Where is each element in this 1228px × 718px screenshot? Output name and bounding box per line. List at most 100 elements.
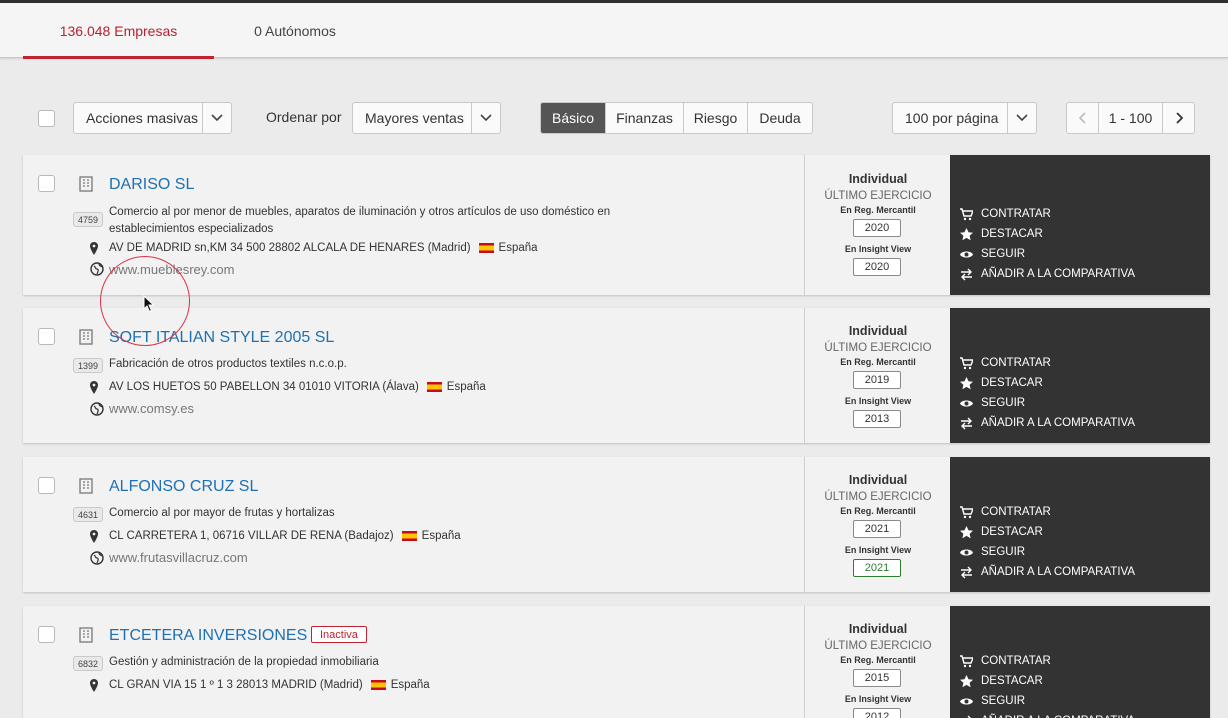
website-link[interactable]: www.mueblesrey.com: [109, 262, 234, 277]
reg-mercantil-label: En Reg. Mercantil: [840, 506, 916, 516]
prev-page-button[interactable]: [1067, 103, 1098, 133]
bulk-actions-label: Acciones masivas: [86, 110, 199, 126]
company-activity: Comercio al por menor de muebles, aparat…: [109, 206, 611, 235]
website-link[interactable]: www.frutasvillacruz.com: [109, 550, 248, 565]
chevron-down-icon[interactable]: [471, 103, 500, 133]
destacar-action[interactable]: DESTACAR: [960, 522, 1043, 542]
insight-view-label: En Insight View: [844, 396, 912, 406]
per-page-value: 100 por página: [905, 110, 999, 126]
year-reg-badge: 2015: [853, 669, 901, 687]
destacar-label: DESTACAR: [981, 377, 1043, 389]
cart-icon: [960, 207, 973, 220]
year-insight-badge: 2020: [853, 258, 901, 276]
next-page-button[interactable]: [1163, 103, 1194, 133]
location-pin-icon: [90, 679, 98, 692]
comparativa-action[interactable]: AÑADIR A LA COMPARATIVA: [960, 264, 1135, 284]
view-deuda-button[interactable]: Deuda: [747, 103, 812, 133]
seguir-action[interactable]: SEGUIR: [960, 542, 1025, 562]
globe-icon: [90, 551, 104, 565]
company-card: SOFT ITALIAN STYLE 2005 SL 1399 Fabricac…: [23, 308, 1210, 443]
row-checkbox[interactable]: [38, 477, 55, 494]
globe-icon: [90, 402, 104, 416]
destacar-label: DESTACAR: [981, 526, 1043, 538]
company-type: Individual: [848, 622, 908, 636]
cart-icon: [960, 654, 973, 667]
bulk-actions-dropdown[interactable]: Acciones masivas: [73, 102, 232, 134]
cnae-badge: 1399: [73, 358, 104, 373]
contratar-action[interactable]: CONTRATAR: [960, 651, 1051, 671]
company-name-link[interactable]: ALFONSO CRUZ SL: [109, 478, 258, 496]
eye-icon: [960, 698, 973, 704]
select-all-checkbox[interactable]: [38, 110, 55, 127]
year-reg-badge: 2021: [853, 520, 901, 538]
country-label: España: [498, 242, 538, 254]
tab-empresas[interactable]: 136.048 Empresas: [23, 3, 214, 59]
contratar-label: CONTRATAR: [981, 506, 1051, 518]
company-card: ALFONSO CRUZ SL 4631 Comercio al por may…: [23, 457, 1210, 592]
view-basico-button[interactable]: Básico: [541, 103, 605, 133]
seguir-action[interactable]: SEGUIR: [960, 244, 1025, 264]
country-label: España: [390, 679, 430, 691]
comparativa-action[interactable]: AÑADIR A LA COMPARATIVA: [960, 711, 1135, 718]
address-text: AV LOS HUETOS 50 PABELLON 34 01010 VITOR…: [109, 381, 419, 393]
actions-panel: CONTRATAR DESTACAR SEGUIR AÑADIR A LA CO…: [950, 308, 1210, 443]
comparativa-action[interactable]: AÑADIR A LA COMPARATIVA: [960, 562, 1135, 582]
company-name-link[interactable]: DARISO SL: [109, 176, 194, 194]
year-reg-badge: 2020: [853, 219, 901, 237]
comparativa-label: AÑADIR A LA COMPARATIVA: [981, 566, 1136, 578]
destacar-label: DESTACAR: [981, 228, 1043, 240]
company-name-link[interactable]: SOFT ITALIAN STYLE 2005 SL: [109, 329, 334, 347]
star-icon: [960, 376, 973, 389]
result-tabs: 136.048 Empresas 0 Autónomos: [0, 3, 1228, 59]
destacar-action[interactable]: DESTACAR: [960, 373, 1043, 393]
company-name-link[interactable]: ETCETERA INVERSIONES SL: [109, 627, 331, 645]
website-link[interactable]: www.comsy.es: [109, 401, 194, 416]
compare-arrows-icon: [961, 417, 972, 429]
view-riesgo-button[interactable]: Riesgo: [683, 103, 747, 133]
destacar-action[interactable]: DESTACAR: [960, 671, 1043, 691]
actions-panel: CONTRATAR DESTACAR SEGUIR AÑADIR A LA CO…: [950, 155, 1210, 295]
address-text: CL GRAN VIA 15 1 º 1 3 28013 MADRID (Mad…: [109, 679, 363, 691]
contratar-label: CONTRATAR: [981, 357, 1051, 369]
eye-icon: [960, 549, 973, 555]
page-range: 1 - 100: [1098, 103, 1163, 133]
insight-view-label: En Insight View: [844, 545, 912, 555]
seguir-action[interactable]: SEGUIR: [960, 691, 1025, 711]
seguir-label: SEGUIR: [981, 546, 1026, 558]
reg-mercantil-label: En Reg. Mercantil: [840, 205, 916, 215]
per-page-dropdown[interactable]: 100 por página: [892, 102, 1037, 134]
row-checkbox[interactable]: [38, 175, 55, 192]
company-type: Individual: [848, 172, 908, 186]
view-switcher: Básico Finanzas Riesgo Deuda: [540, 102, 813, 134]
row-checkbox[interactable]: [38, 328, 55, 345]
last-exercise-label: ÚLTIMO EJERCICIO: [824, 190, 932, 202]
comparativa-action[interactable]: AÑADIR A LA COMPARATIVA: [960, 413, 1135, 433]
company-address: AV LOS HUETOS 50 PABELLON 34 01010 VITOR…: [109, 381, 486, 393]
sort-dropdown[interactable]: Mayores ventas: [352, 102, 501, 134]
eye-icon: [960, 251, 973, 257]
destacar-action[interactable]: DESTACAR: [960, 224, 1043, 244]
chevron-down-icon[interactable]: [202, 103, 231, 133]
last-exercise-label: ÚLTIMO EJERCICIO: [824, 640, 932, 652]
view-finanzas-button[interactable]: Finanzas: [605, 103, 683, 133]
company-activity: Comercio al por mayor de frutas y hortal…: [109, 507, 335, 519]
insight-view-label: En Insight View: [844, 694, 912, 704]
seguir-action[interactable]: SEGUIR: [960, 393, 1025, 413]
building-icon: [79, 329, 93, 345]
globe-icon: [90, 262, 104, 276]
chevron-down-icon[interactable]: [1007, 103, 1036, 133]
reg-mercantil-label: En Reg. Mercantil: [840, 357, 916, 367]
contratar-label: CONTRATAR: [981, 208, 1051, 220]
pagination: 1 - 100: [1066, 102, 1195, 134]
contratar-label: CONTRATAR: [981, 655, 1051, 667]
actions-panel: CONTRATAR DESTACAR SEGUIR AÑADIR A LA CO…: [950, 606, 1210, 718]
row-checkbox[interactable]: [38, 626, 55, 643]
eye-icon: [960, 400, 973, 406]
contratar-action[interactable]: CONTRATAR: [960, 353, 1051, 373]
comparativa-label: AÑADIR A LA COMPARATIVA: [981, 417, 1136, 429]
sort-value: Mayores ventas: [365, 110, 464, 126]
contratar-action[interactable]: CONTRATAR: [960, 204, 1051, 224]
year-reg-badge: 2019: [853, 371, 901, 389]
contratar-action[interactable]: CONTRATAR: [960, 502, 1051, 522]
tab-autonomos[interactable]: 0 Autónomos: [214, 3, 376, 58]
